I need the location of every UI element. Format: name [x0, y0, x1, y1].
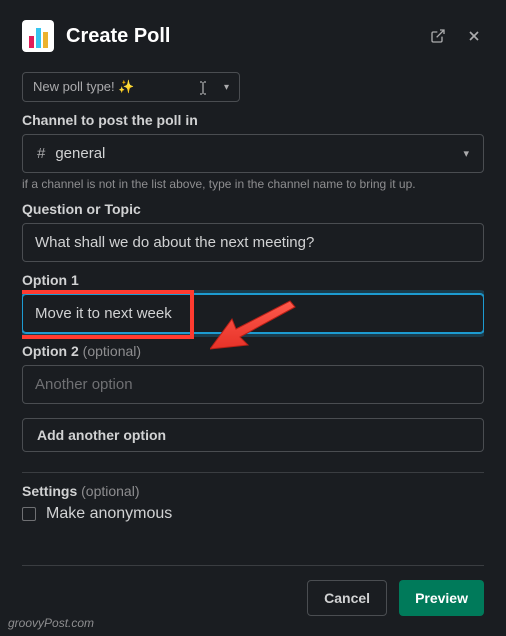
hash-icon: # [37, 145, 45, 162]
preview-button[interactable]: Preview [399, 580, 484, 616]
modal-body: New poll type! ✨ ▾ Channel to post the p… [22, 72, 484, 555]
settings-label: Settings (optional) [22, 483, 484, 499]
add-option-button[interactable]: Add another option [22, 418, 484, 452]
create-poll-modal: Create Poll New poll type! ✨ ▾ Channel t… [0, 0, 506, 636]
channel-select[interactable]: # general ▾ [22, 134, 484, 173]
app-icon [22, 20, 54, 52]
chevron-down-icon: ▾ [463, 147, 469, 160]
close-icon[interactable] [464, 26, 484, 46]
modal-footer: Cancel Preview [22, 565, 484, 616]
modal-header: Create Poll [22, 20, 484, 52]
channel-hint: if a channel is not in the list above, t… [22, 177, 484, 191]
divider [22, 472, 484, 473]
text-cursor-icon [198, 81, 208, 95]
external-link-icon[interactable] [428, 26, 448, 46]
chevron-down-icon: ▾ [224, 82, 229, 93]
question-input[interactable] [22, 223, 484, 262]
header-actions [428, 26, 484, 46]
poll-type-label: New poll type! ✨ [33, 79, 134, 95]
channel-label: Channel to post the poll in [22, 112, 484, 128]
anonymous-label: Make anonymous [46, 505, 172, 523]
option1-wrap [22, 294, 484, 333]
cancel-button[interactable]: Cancel [307, 580, 387, 616]
option2-label: Option 2 (optional) [22, 343, 484, 359]
anonymous-checkbox[interactable] [22, 507, 36, 521]
poll-type-dropdown[interactable]: New poll type! ✨ ▾ [22, 72, 240, 102]
option1-label: Option 1 [22, 272, 484, 288]
option2-input[interactable] [22, 365, 484, 404]
channel-value: general [55, 145, 463, 162]
watermark: groovyPost.com [8, 616, 94, 630]
anonymous-row[interactable]: Make anonymous [22, 505, 484, 523]
option1-input[interactable] [22, 294, 484, 333]
question-label: Question or Topic [22, 201, 484, 217]
modal-title: Create Poll [66, 25, 416, 48]
